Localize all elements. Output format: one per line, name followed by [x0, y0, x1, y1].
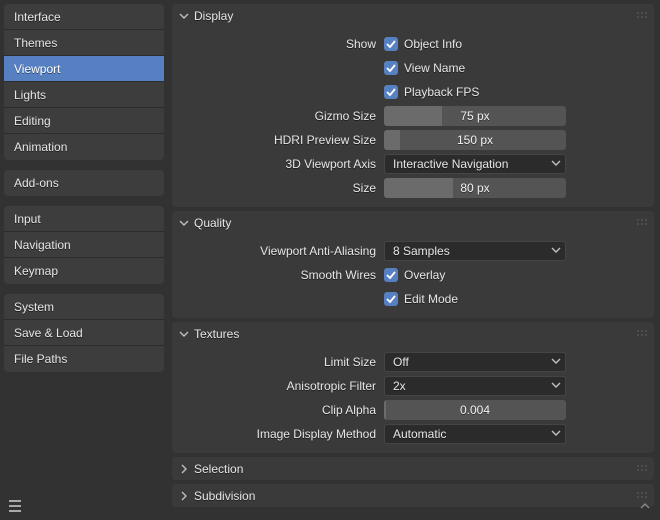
sidebar: Interface Themes Viewport Lights Editing… — [0, 0, 168, 520]
chevron-down-icon — [551, 355, 561, 369]
axis-label: 3D Viewport Axis — [180, 157, 384, 171]
smooth-wires-label: Smooth Wires — [180, 268, 384, 282]
checkbox-playback-fps-label: Playback FPS — [404, 85, 479, 99]
display-method-label: Image Display Method — [180, 427, 384, 441]
grip-icon — [636, 463, 648, 478]
checkbox-view-name-label: View Name — [404, 61, 465, 75]
sidebar-group-system: System Save & Load File Paths — [4, 294, 164, 372]
gizmo-size-field[interactable]: 75 px — [384, 106, 566, 126]
aniso-label: Anisotropic Filter — [180, 379, 384, 393]
sidebar-item-animation[interactable]: Animation — [4, 134, 164, 160]
section-title: Selection — [194, 462, 243, 476]
sidebar-item-save-load[interactable]: Save & Load — [4, 320, 164, 346]
hdri-size-field[interactable]: 150 px — [384, 130, 566, 150]
chevron-right-icon — [178, 463, 190, 475]
sidebar-item-system[interactable]: System — [4, 294, 164, 320]
display-method-dropdown[interactable]: Automatic — [384, 424, 566, 444]
hdri-size-label: HDRI Preview Size — [180, 133, 384, 147]
section-selection-header[interactable]: Selection — [172, 457, 654, 480]
sidebar-item-navigation[interactable]: Navigation — [4, 232, 164, 258]
section-textures-header[interactable]: Textures — [172, 322, 654, 345]
chevron-down-icon — [551, 427, 561, 441]
chevron-down-icon — [178, 328, 190, 340]
section-textures: Textures Limit Size Off Anisotropic Filt… — [172, 322, 654, 453]
section-title: Textures — [194, 327, 239, 341]
grip-icon — [636, 217, 648, 232]
checkbox-playback-fps[interactable] — [384, 85, 398, 99]
sidebar-group-input: Input Navigation Keymap — [4, 206, 164, 284]
section-display: Display Show Object Info View Name — [172, 4, 654, 207]
chevron-right-icon — [178, 490, 190, 502]
section-title: Quality — [194, 216, 231, 230]
checkbox-view-name[interactable] — [384, 61, 398, 75]
aa-label: Viewport Anti-Aliasing — [180, 244, 384, 258]
sidebar-item-editing[interactable]: Editing — [4, 108, 164, 134]
axis-size-field[interactable]: 80 px — [384, 178, 566, 198]
sidebar-item-keymap[interactable]: Keymap — [4, 258, 164, 284]
chevron-down-icon — [551, 379, 561, 393]
show-label: Show — [180, 37, 384, 51]
aa-dropdown[interactable]: 8 Samples — [384, 241, 566, 261]
chevron-down-icon — [551, 244, 561, 258]
section-subdivision: Subdivision — [172, 484, 654, 507]
section-title: Subdivision — [194, 489, 255, 503]
section-selection: Selection — [172, 457, 654, 480]
section-quality: Quality Viewport Anti-Aliasing 8 Samples… — [172, 211, 654, 318]
chevron-down-icon — [178, 217, 190, 229]
sidebar-group-general: Interface Themes Viewport Lights Editing… — [4, 4, 164, 160]
sidebar-group-addons: Add-ons — [4, 170, 164, 196]
size-label: Size — [180, 181, 384, 195]
sidebar-item-input[interactable]: Input — [4, 206, 164, 232]
clip-alpha-field[interactable]: 0.004 — [384, 400, 566, 420]
sidebar-item-addons[interactable]: Add-ons — [4, 170, 164, 196]
section-subdivision-header[interactable]: Subdivision — [172, 484, 654, 507]
sidebar-item-themes[interactable]: Themes — [4, 30, 164, 56]
limit-size-label: Limit Size — [180, 355, 384, 369]
hamburger-icon[interactable] — [8, 498, 24, 510]
section-title: Display — [194, 9, 233, 23]
clip-alpha-label: Clip Alpha — [180, 403, 384, 417]
section-display-header[interactable]: Display — [172, 4, 654, 27]
checkbox-edit-mode-label: Edit Mode — [404, 292, 458, 306]
axis-dropdown[interactable]: Interactive Navigation — [384, 154, 566, 174]
sidebar-item-file-paths[interactable]: File Paths — [4, 346, 164, 372]
checkbox-object-info-label: Object Info — [404, 37, 462, 51]
sidebar-item-viewport[interactable]: Viewport — [4, 56, 164, 82]
chevron-down-icon — [178, 10, 190, 22]
sidebar-item-lights[interactable]: Lights — [4, 82, 164, 108]
preferences-panel: Display Show Object Info View Name — [168, 0, 660, 520]
chevron-up-icon[interactable] — [640, 500, 650, 514]
aniso-dropdown[interactable]: 2x — [384, 376, 566, 396]
checkbox-object-info[interactable] — [384, 37, 398, 51]
grip-icon — [636, 328, 648, 343]
gizmo-size-label: Gizmo Size — [180, 109, 384, 123]
chevron-down-icon — [551, 157, 561, 171]
sidebar-item-interface[interactable]: Interface — [4, 4, 164, 30]
checkbox-overlay[interactable] — [384, 268, 398, 282]
limit-size-dropdown[interactable]: Off — [384, 352, 566, 372]
checkbox-edit-mode[interactable] — [384, 292, 398, 306]
grip-icon — [636, 10, 648, 25]
checkbox-overlay-label: Overlay — [404, 268, 445, 282]
section-quality-header[interactable]: Quality — [172, 211, 654, 234]
